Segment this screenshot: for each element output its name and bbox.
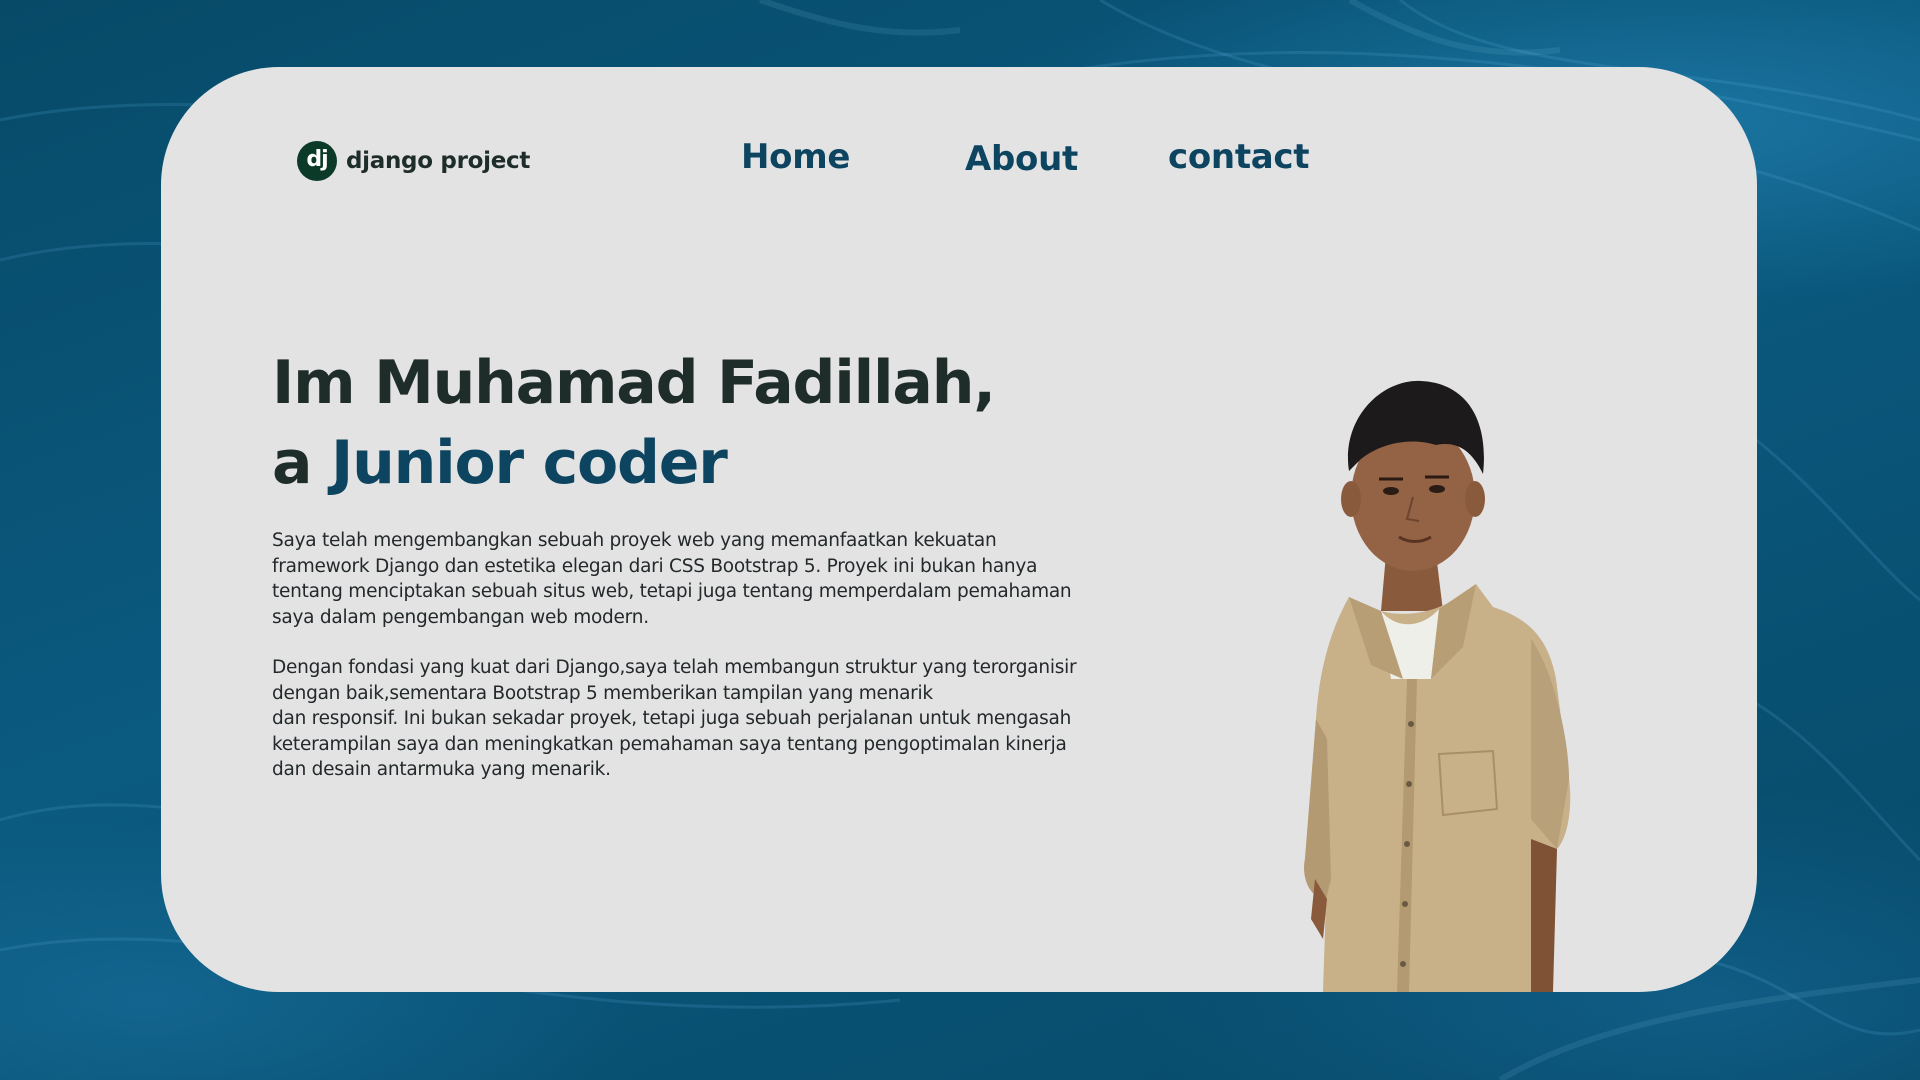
hero-heading-line2-prefix: a [272,428,331,498]
site-logo[interactable]: dj django project [297,141,530,181]
hero-heading-accent: Junior coder [330,428,728,498]
intro-line: Saya telah mengembangkan sebuah proyek w… [272,530,997,551]
hero-heading: Im Muhamad Fadillah, a Junior coder [272,343,996,503]
intro-line: tentang menciptakan sebuah situs web, te… [272,581,1072,602]
logo-text: django project [346,148,531,174]
detail-line: dan desain antarmuka yang menarik. [272,759,611,780]
django-logo-icon: dj [297,141,337,181]
hero-heading-line1: Im Muhamad Fadillah, [272,348,996,418]
nav-link-home[interactable]: Home [741,137,850,177]
detail-line: dan responsif. Ini bukan sekadar proyek,… [272,708,1072,729]
detail-line: Dengan fondasi yang kuat dari Django,say… [272,657,1077,678]
intro-line: saya dalam pengembangan web modern. [272,606,649,628]
detail-line: keterampilan saya dan meningkatkan pemah… [272,733,1067,755]
person-portrait [1304,380,1571,992]
nav-link-contact[interactable]: contact [1168,137,1310,177]
main-card: dj django project Home About contact Im … [161,67,1757,992]
nav-link-about[interactable]: About [965,139,1078,179]
detail-line: dengan baik,sementara Bootstrap 5 member… [272,682,933,704]
detail-paragraph: Dengan fondasi yang kuat dari Django,say… [272,655,1172,783]
intro-paragraph: Saya telah mengembangkan sebuah proyek w… [272,528,1172,630]
intro-line: framework Django dan estetika elegan dar… [272,555,1038,577]
